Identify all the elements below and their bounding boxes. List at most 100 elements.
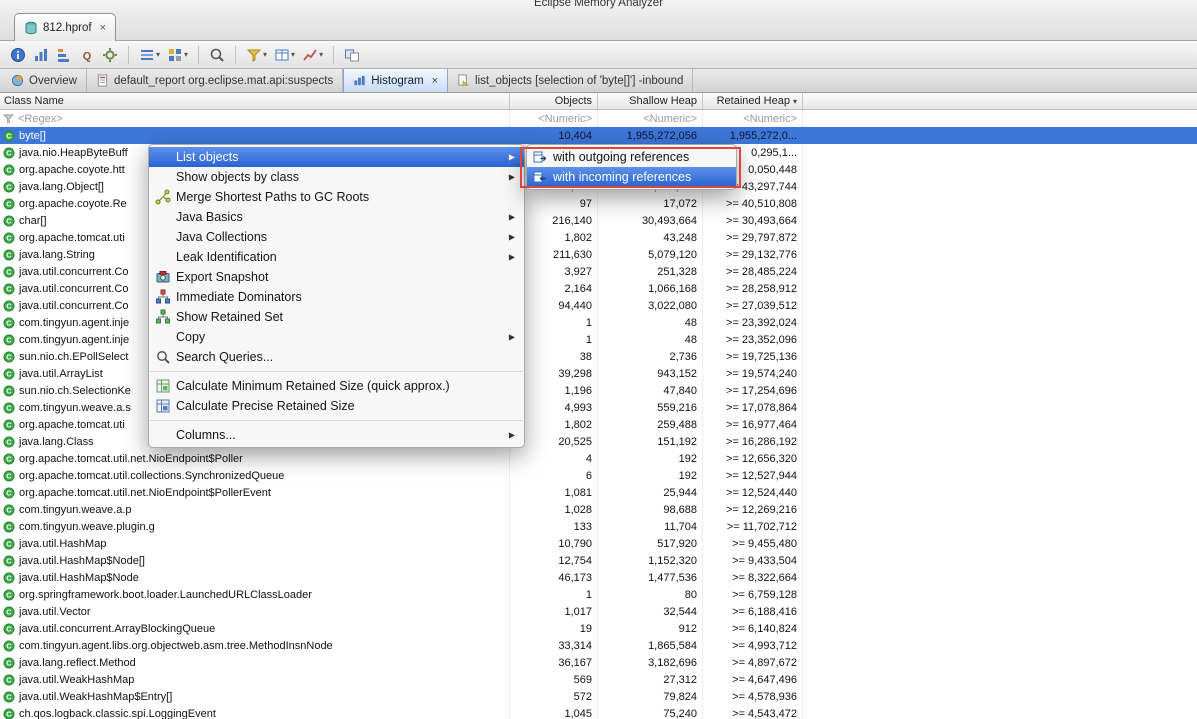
shallow-heap-cell: 251,328 [598,263,703,280]
filter-button[interactable]: ▾ [244,44,269,66]
menu-item-columns[interactable]: Columns... ▶ [149,425,524,445]
window-title: Eclipse Memory Analyzer [0,0,1197,9]
class-name: java.lang.Object[] [19,181,104,193]
shallow-heap-cell: 25,944 [598,484,703,501]
chart-button[interactable]: ▾ [300,44,325,66]
svg-text:C: C [6,471,12,480]
row-filler [803,263,1197,280]
menu-item-search-queries[interactable]: Search Queries... [149,347,524,367]
menu-item-immediate-dominators[interactable]: Immediate Dominators [149,287,524,307]
table-row[interactable]: C java.util.WeakHashMap$Entry[] 572 79,8… [0,688,1197,705]
table-row[interactable]: C com.tingyun.weave.a.p 1,028 98,688 >= … [0,501,1197,518]
class-name: java.util.concurrent.Co [19,266,128,278]
regex-filter-input[interactable]: <Regex> [18,113,63,125]
close-icon[interactable]: × [432,75,438,87]
menu-item-java-collections[interactable]: Java Collections ▶ [149,227,524,247]
class-icon: C [3,538,15,550]
close-icon[interactable]: × [100,22,106,34]
heap-dump-file-icon [24,21,38,35]
table-row[interactable]: C org.apache.tomcat.util.net.NioEndpoint… [0,484,1197,501]
shallow-heap-cell: 3,182,696 [598,654,703,671]
group-by-button[interactable]: ▾ [165,44,190,66]
class-name-cell: C java.util.HashMap$Node [0,569,510,586]
main-toolbar: Q ▾ ▾ ▾ ▾ ▾ [0,41,1197,69]
menu-item-merge-shortest-paths[interactable]: Merge Shortest Paths to GC Roots [149,187,524,207]
svg-text:C: C [6,403,12,412]
table-row[interactable]: C java.util.HashMap 10,790 517,920 >= 9,… [0,535,1197,552]
table-row[interactable]: C java.lang.reflect.Method 36,167 3,182,… [0,654,1197,671]
row-filler [803,229,1197,246]
oql-icon: Q [79,47,95,63]
class-name: java.util.HashMap [19,538,106,550]
retained-heap-filter-input[interactable]: <Numeric> [703,110,803,127]
shallow-heap-cell: 17,072 [598,195,703,212]
class-name: com.tingyun.agent.libs.org.objectweb.asm… [19,640,333,652]
filter-row[interactable]: <Regex> <Numeric> <Numeric> <Numeric> [0,110,1197,127]
menu-item-label: Leak Identification [176,250,277,264]
table-row[interactable]: C java.util.WeakHashMap 569 27,312 >= 4,… [0,671,1197,688]
tab-histogram[interactable]: Histogram × [343,69,448,92]
dominator-tree-button[interactable] [54,44,74,66]
table-row[interactable]: C com.tingyun.weave.plugin.g 133 11,704 … [0,518,1197,535]
table-row[interactable]: C java.util.concurrent.ArrayBlockingQueu… [0,620,1197,637]
table-row[interactable]: C ch.qos.logback.classic.spi.LoggingEven… [0,705,1197,719]
submenu-item-with-incoming-references[interactable]: with incoming references [527,167,736,187]
class-name-cell: C java.util.Vector [0,603,510,620]
menu-item-calculate-precise-retained-size[interactable]: Calculate Precise Retained Size [149,396,524,416]
objects-filter-input[interactable]: <Numeric> [510,110,598,127]
menu-item-show-objects-by-class[interactable]: Show objects by class ▶ [149,167,524,187]
row-filler [803,535,1197,552]
menu-item-java-basics[interactable]: Java Basics ▶ [149,207,524,227]
submenu-item-with-outgoing-references[interactable]: with outgoing references [527,147,736,167]
tab-label: list_objects [selection of 'byte[]'] -in… [475,75,683,87]
column-header-shallow-heap[interactable]: Shallow Heap [598,93,703,109]
menu-item-leak-identification[interactable]: Leak Identification ▶ [149,247,524,267]
tab-overview[interactable]: Overview [2,69,87,92]
column-header-retained-heap[interactable]: Retained Heap ▾ [703,93,803,109]
class-name-cell: C com.tingyun.agent.libs.org.objectweb.a… [0,637,510,654]
tab-default-report[interactable]: default_report org.eclipse.mat.api:suspe… [87,69,343,92]
svg-text:C: C [6,675,12,684]
menu-item-label: Export Snapshot [176,270,268,284]
menu-item-show-retained-set[interactable]: Show Retained Set [149,307,524,327]
shallow-heap-filter-input[interactable]: <Numeric> [598,110,703,127]
oql-button[interactable]: Q [77,44,97,66]
compare-button[interactable] [342,44,362,66]
class-name-cell: C java.util.HashMap [0,535,510,552]
column-header-class-name[interactable]: Class Name [0,93,510,109]
table-row[interactable]: C java.util.HashMap$Node[] 12,754 1,152,… [0,552,1197,569]
table-row[interactable]: C org.apache.tomcat.util.collections.Syn… [0,467,1197,484]
thread-overview-button[interactable]: ▾ [137,44,162,66]
table-row[interactable]: C byte[] 10,404 1,955,272,056 1,955,272,… [0,127,1197,144]
table-row[interactable]: C java.util.HashMap$Node 46,173 1,477,53… [0,569,1197,586]
dropdown-caret-icon: ▾ [156,50,160,59]
class-name-filter-cell[interactable]: <Regex> [0,110,510,127]
shallow-heap-cell: 192 [598,450,703,467]
tab-list-objects[interactable]: list_objects [selection of 'byte[]'] -in… [448,69,693,92]
table-options-button[interactable]: ▾ [272,44,297,66]
objects-cell: 1,081 [510,484,598,501]
column-header-filler [803,93,1197,109]
class-name: org.apache.tomcat.uti [19,419,125,431]
menu-item-list-objects[interactable]: List objects ▶ [149,147,524,167]
search-button[interactable] [207,44,227,66]
file-tab-hprof[interactable]: 812.hprof × [14,13,116,41]
submenu-arrow-icon: ▶ [509,333,515,342]
table-row[interactable]: C org.apache.tomcat.util.net.NioEndpoint… [0,450,1197,467]
table-row[interactable]: C org.springframework.boot.loader.Launch… [0,586,1197,603]
class-icon: C [3,317,15,329]
column-header-objects[interactable]: Objects [510,93,598,109]
gc-roots-button[interactable] [100,44,120,66]
table-row[interactable]: C java.util.Vector 1,017 32,544 >= 6,188… [0,603,1197,620]
menu-item-copy[interactable]: Copy ▶ [149,327,524,347]
menu-item-export-snapshot[interactable]: Export Snapshot [149,267,524,287]
histogram-button[interactable] [31,44,51,66]
class-name: org.apache.coyote.Re [19,198,127,210]
menu-item-calculate-minimum-retained-size[interactable]: Calculate Minimum Retained Size (quick a… [149,376,524,396]
table-row[interactable]: C com.tingyun.agent.libs.org.objectweb.a… [0,637,1197,654]
shallow-heap-cell: 912 [598,620,703,637]
menu-item-label: Copy [176,330,205,344]
info-button[interactable] [8,44,28,66]
row-filler [803,552,1197,569]
class-icon: C [3,266,15,278]
